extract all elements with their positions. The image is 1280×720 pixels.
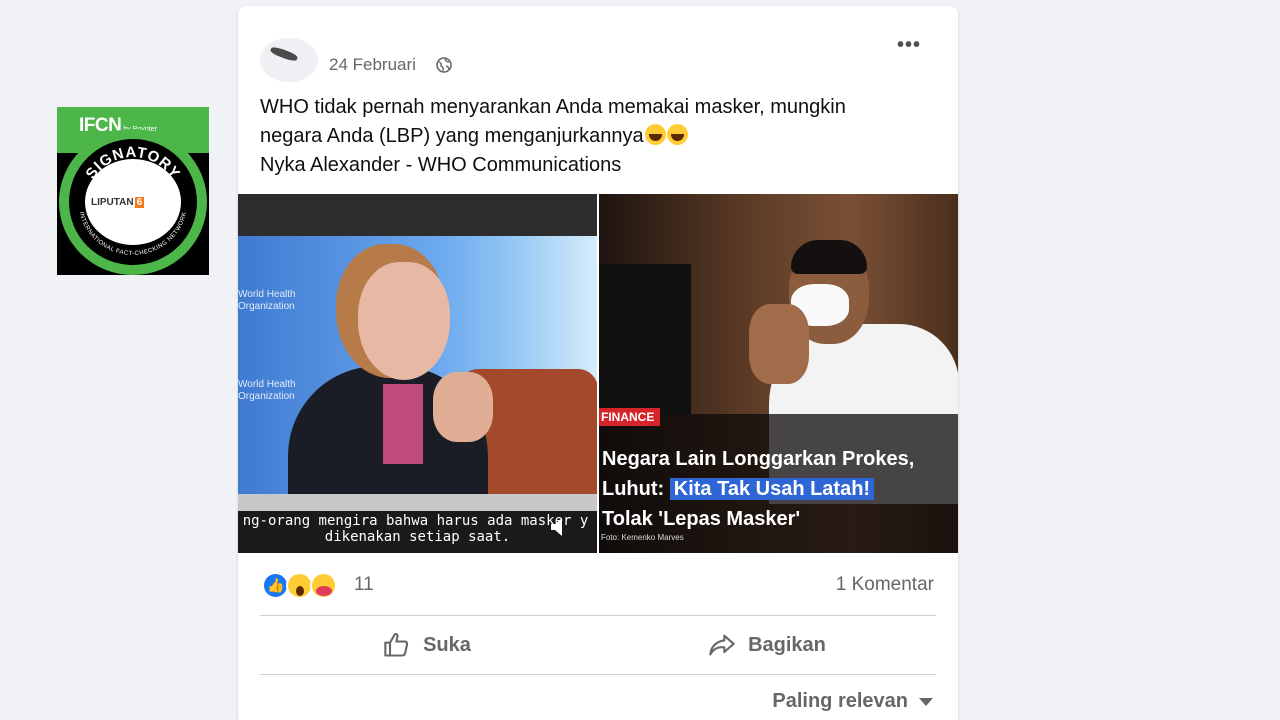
photo-credit: Foto: Kemenko Marves xyxy=(601,533,684,542)
like-label: Suka xyxy=(423,633,471,656)
post-date[interactable]: 24 Februari xyxy=(329,55,416,75)
divider xyxy=(260,674,936,675)
finance-tag: FINANCE xyxy=(599,408,661,426)
subtitle-line-2: dikenakan setiap saat. xyxy=(324,529,511,545)
more-options-icon[interactable]: ••• xyxy=(894,35,924,58)
video-thumbnail-who[interactable]: World Health Organization World Health O… xyxy=(238,194,597,553)
ifcn-signatory-badge: IFCNby Poynter SIGNATORY INTERNATIONAL F… xyxy=(57,107,209,275)
like-reaction-icon xyxy=(262,572,289,599)
thumbs-up-icon xyxy=(384,633,409,657)
post-text-line: Nyka Alexander - WHO Communications xyxy=(260,154,622,176)
speaker-hand xyxy=(433,372,493,442)
comment-count[interactable]: 1 Komentar xyxy=(836,574,934,596)
divider xyxy=(260,615,936,616)
monitor xyxy=(599,264,691,414)
facebook-post-card: 24 Februari ••• WHO tidak pernah menyara… xyxy=(238,6,958,720)
liputan6-wordmark: LIPUTAN xyxy=(91,197,134,208)
care-reaction-icon xyxy=(310,572,337,599)
subtitle-line-1: ng-orang mengira bahwa harus ada masker … xyxy=(242,513,589,529)
volume-icon[interactable] xyxy=(550,516,564,538)
liputan6-logo: LIPUTAN 6 xyxy=(91,197,145,208)
liputan6-number: 6 xyxy=(134,197,145,208)
laughing-emoji-icon xyxy=(666,124,688,145)
share-button[interactable]: Bagikan xyxy=(602,620,932,670)
reaction-count[interactable]: 11 xyxy=(354,574,374,596)
person-hand xyxy=(749,304,809,384)
headline-line-2: Luhut: Kita Tak Usah Latah! xyxy=(602,474,914,504)
share-label: Bagikan xyxy=(748,633,826,656)
laughing-emoji-icon xyxy=(644,124,666,145)
post-text-line: WHO tidak pernah menyarankan Anda memaka… xyxy=(260,96,846,118)
wow-reaction-icon xyxy=(286,572,313,599)
who-backdrop-text: World Health Organization xyxy=(238,379,296,402)
headline-highlight: Kita Tak Usah Latah! xyxy=(669,478,875,500)
globe-icon xyxy=(436,57,452,73)
post-text: WHO tidak pernah menyarankan Anda memaka… xyxy=(260,93,940,180)
video-subtitle: ng-orang mengira bahwa harus ada masker … xyxy=(238,513,597,545)
reaction-icons[interactable] xyxy=(262,572,362,600)
who-backdrop-text: World Health Organization xyxy=(238,289,296,312)
sort-label: Paling relevan xyxy=(772,690,908,712)
news-headline: Negara Lain Longgarkan Prokes, Luhut: Ki… xyxy=(602,444,914,534)
headline-line-3: Tolak 'Lepas Masker' xyxy=(602,508,801,530)
comment-sort-dropdown[interactable]: Paling relevan xyxy=(772,690,934,713)
post-text-line-emoji: negara Anda (LBP) yang menganjurkannya xyxy=(260,122,940,151)
avatar[interactable] xyxy=(260,38,318,82)
like-button[interactable]: Suka xyxy=(262,620,592,670)
speaker-head xyxy=(358,262,450,380)
caret-down-icon xyxy=(919,697,933,706)
headline-line-1: Negara Lain Longgarkan Prokes, xyxy=(602,448,915,470)
news-image-luhut[interactable]: FINANCE Negara Lain Longgarkan Prokes, L… xyxy=(599,194,958,553)
share-arrow-icon xyxy=(709,634,735,656)
